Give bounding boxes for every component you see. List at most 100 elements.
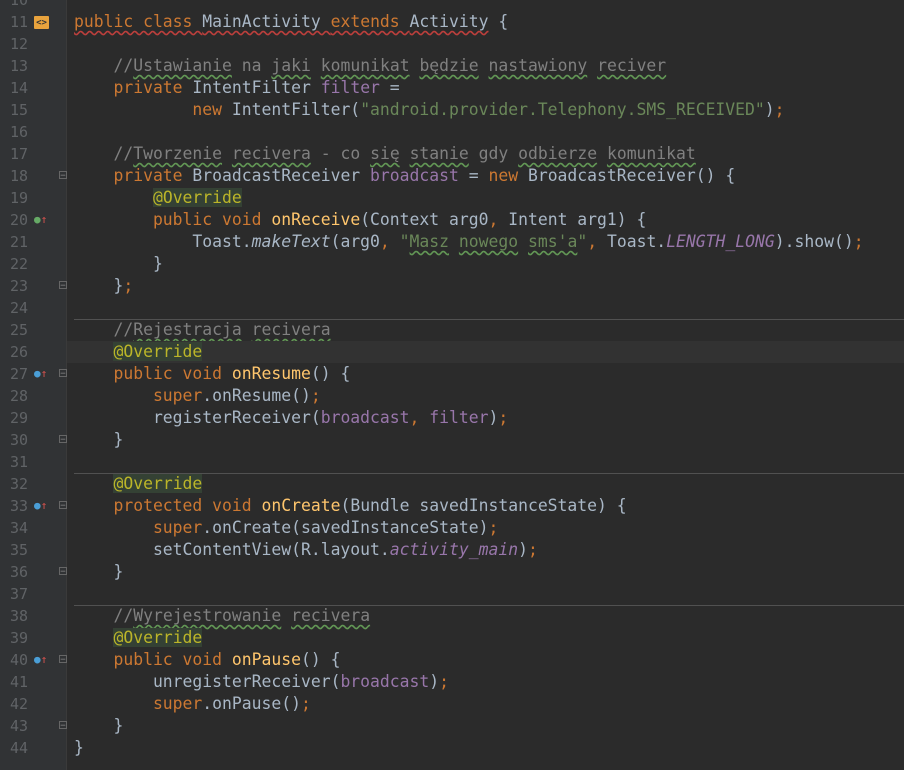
- code-text[interactable]: [67, 0, 904, 11]
- code-token: //: [74, 606, 134, 625]
- code-text[interactable]: public void onResume() {: [67, 363, 904, 385]
- code-text[interactable]: setContentView(R.layout.activity_main);: [67, 539, 904, 561]
- code-token: @Override: [113, 474, 203, 493]
- code-text[interactable]: @Override: [67, 473, 904, 495]
- code-line[interactable]: 31: [0, 451, 904, 473]
- code-line[interactable]: 38 //Wyrejestrowanie recivera: [0, 605, 904, 627]
- code-line[interactable]: 24: [0, 297, 904, 319]
- code-text[interactable]: Toast.makeText(arg0, "Masz nowego sms'a"…: [67, 231, 904, 253]
- code-line[interactable]: 43 − }: [0, 715, 904, 737]
- code-text[interactable]: unregisterReceiver(broadcast);: [67, 671, 904, 693]
- code-text[interactable]: };: [67, 275, 904, 297]
- line-number: 37: [9, 585, 28, 603]
- code-line[interactable]: 20 ●↑ public void onReceive(Context arg0,…: [0, 209, 904, 231]
- code-line[interactable]: 26 @Override: [0, 341, 904, 363]
- overrides-up-arrow-icon[interactable]: ●↑: [34, 367, 50, 381]
- code-line[interactable]: 39 @Override: [0, 627, 904, 649]
- line-number: 31: [9, 453, 28, 471]
- code-line[interactable]: 35 setContentView(R.layout.activity_main…: [0, 539, 904, 561]
- code-text[interactable]: [67, 297, 904, 319]
- code-text[interactable]: //Tworzenie recivera - co się stanie gdy…: [67, 143, 904, 165]
- code-token: ;: [123, 276, 134, 295]
- code-line[interactable]: 11 <> public class MainActivity extends Ac…: [0, 11, 904, 33]
- code-text[interactable]: //Ustawianie na jaki komunikat będzie na…: [67, 55, 904, 77]
- code-token: .onCreate(savedInstanceState): [202, 518, 489, 537]
- code-line[interactable]: 22 }: [0, 253, 904, 275]
- fold-toggle-icon[interactable]: −: [59, 501, 67, 511]
- code-text[interactable]: }: [67, 429, 904, 451]
- code-line[interactable]: 28 super.onResume();: [0, 385, 904, 407]
- code-token: new: [74, 100, 232, 119]
- code-line[interactable]: 33 ●↑ − protected void onCreate(Bundle sav…: [0, 495, 904, 517]
- code-text[interactable]: new IntentFilter("android.provider.Telep…: [67, 99, 904, 121]
- implements-up-arrow-icon[interactable]: ●↑: [34, 213, 50, 227]
- code-text[interactable]: public void onReceive(Context arg0, Inte…: [67, 209, 904, 231]
- code-text[interactable]: @Override: [67, 187, 904, 209]
- code-text[interactable]: //Rejestracja recivera: [67, 319, 904, 341]
- code-line[interactable]: 40 ●↑ − public void onPause() {: [0, 649, 904, 671]
- code-token: //: [74, 320, 134, 339]
- code-line[interactable]: 30 − }: [0, 429, 904, 451]
- code-line[interactable]: 18 − private BroadcastReceiver broadcast …: [0, 165, 904, 187]
- fold-toggle-icon[interactable]: −: [59, 171, 67, 181]
- code-line[interactable]: 34 super.onCreate(savedInstanceState);: [0, 517, 904, 539]
- class-icon[interactable]: <>: [34, 15, 50, 29]
- code-line[interactable]: 17 //Tworzenie recivera - co się stanie …: [0, 143, 904, 165]
- line-number: 39: [9, 629, 28, 647]
- code-text[interactable]: }: [67, 561, 904, 583]
- code-line[interactable]: 32 @Override: [0, 473, 904, 495]
- code-line[interactable]: 27 ●↑ − public void onResume() {: [0, 363, 904, 385]
- code-line[interactable]: 10: [0, 0, 904, 11]
- code-text[interactable]: protected void onCreate(Bundle savedInst…: [67, 495, 904, 517]
- code-token: activity_main: [389, 540, 519, 559]
- code-line[interactable]: 41 unregisterReceiver(broadcast);: [0, 671, 904, 693]
- code-line[interactable]: 12: [0, 33, 904, 55]
- code-text[interactable]: public void onPause() {: [67, 649, 904, 671]
- code-token: () {: [310, 364, 351, 383]
- line-number: 38: [9, 607, 28, 625]
- code-text[interactable]: @Override: [67, 627, 904, 649]
- code-line[interactable]: 25 //Rejestracja recivera: [0, 319, 904, 341]
- code-line[interactable]: 16: [0, 121, 904, 143]
- fold-toggle-icon[interactable]: −: [59, 721, 67, 731]
- code-text[interactable]: }: [67, 253, 904, 275]
- code-line[interactable]: 44}: [0, 737, 904, 759]
- code-line[interactable]: 42 super.onPause();: [0, 693, 904, 715]
- code-editor[interactable]: 10 11 <> public class MainActivity extends …: [0, 0, 904, 759]
- code-line[interactable]: 13 //Ustawianie na jaki komunikat będzie…: [0, 55, 904, 77]
- code-text[interactable]: super.onCreate(savedInstanceState);: [67, 517, 904, 539]
- overrides-up-arrow-icon[interactable]: ●↑: [34, 499, 50, 513]
- code-text[interactable]: }: [67, 715, 904, 737]
- code-line[interactable]: 14 private IntentFilter filter =: [0, 77, 904, 99]
- code-line[interactable]: 37: [0, 583, 904, 605]
- code-line[interactable]: 19 @Override: [0, 187, 904, 209]
- code-text[interactable]: [67, 583, 904, 605]
- fold-toggle-icon[interactable]: −: [59, 281, 67, 291]
- code-line[interactable]: 36 − }: [0, 561, 904, 583]
- code-token: nowego: [458, 232, 519, 251]
- code-line[interactable]: 29 registerReceiver(broadcast, filter);: [0, 407, 904, 429]
- code-text[interactable]: private IntentFilter filter =: [67, 77, 904, 99]
- code-line[interactable]: 15 new IntentFilter("android.provider.Te…: [0, 99, 904, 121]
- code-text[interactable]: public class MainActivity extends Activi…: [67, 11, 904, 33]
- code-text[interactable]: super.onPause();: [67, 693, 904, 715]
- code-text[interactable]: [67, 451, 904, 473]
- code-text[interactable]: @Override: [67, 341, 904, 363]
- code-line[interactable]: 21 Toast.makeText(arg0, "Masz nowego sms…: [0, 231, 904, 253]
- code-text[interactable]: registerReceiver(broadcast, filter);: [67, 407, 904, 429]
- overrides-up-arrow-icon[interactable]: ●↑: [34, 653, 50, 667]
- code-text[interactable]: //Wyrejestrowanie recivera: [67, 605, 904, 627]
- code-text[interactable]: super.onResume();: [67, 385, 904, 407]
- code-line[interactable]: 23 − };: [0, 275, 904, 297]
- fold-toggle-icon[interactable]: −: [59, 567, 67, 577]
- fold-toggle-icon[interactable]: −: [59, 369, 67, 379]
- fold-toggle-icon[interactable]: −: [59, 435, 67, 445]
- code-text[interactable]: }: [67, 737, 904, 759]
- code-text[interactable]: private BroadcastReceiver broadcast = ne…: [67, 165, 904, 187]
- code-text[interactable]: [67, 33, 904, 55]
- code-text[interactable]: [67, 121, 904, 143]
- fold-toggle-icon[interactable]: −: [59, 655, 67, 665]
